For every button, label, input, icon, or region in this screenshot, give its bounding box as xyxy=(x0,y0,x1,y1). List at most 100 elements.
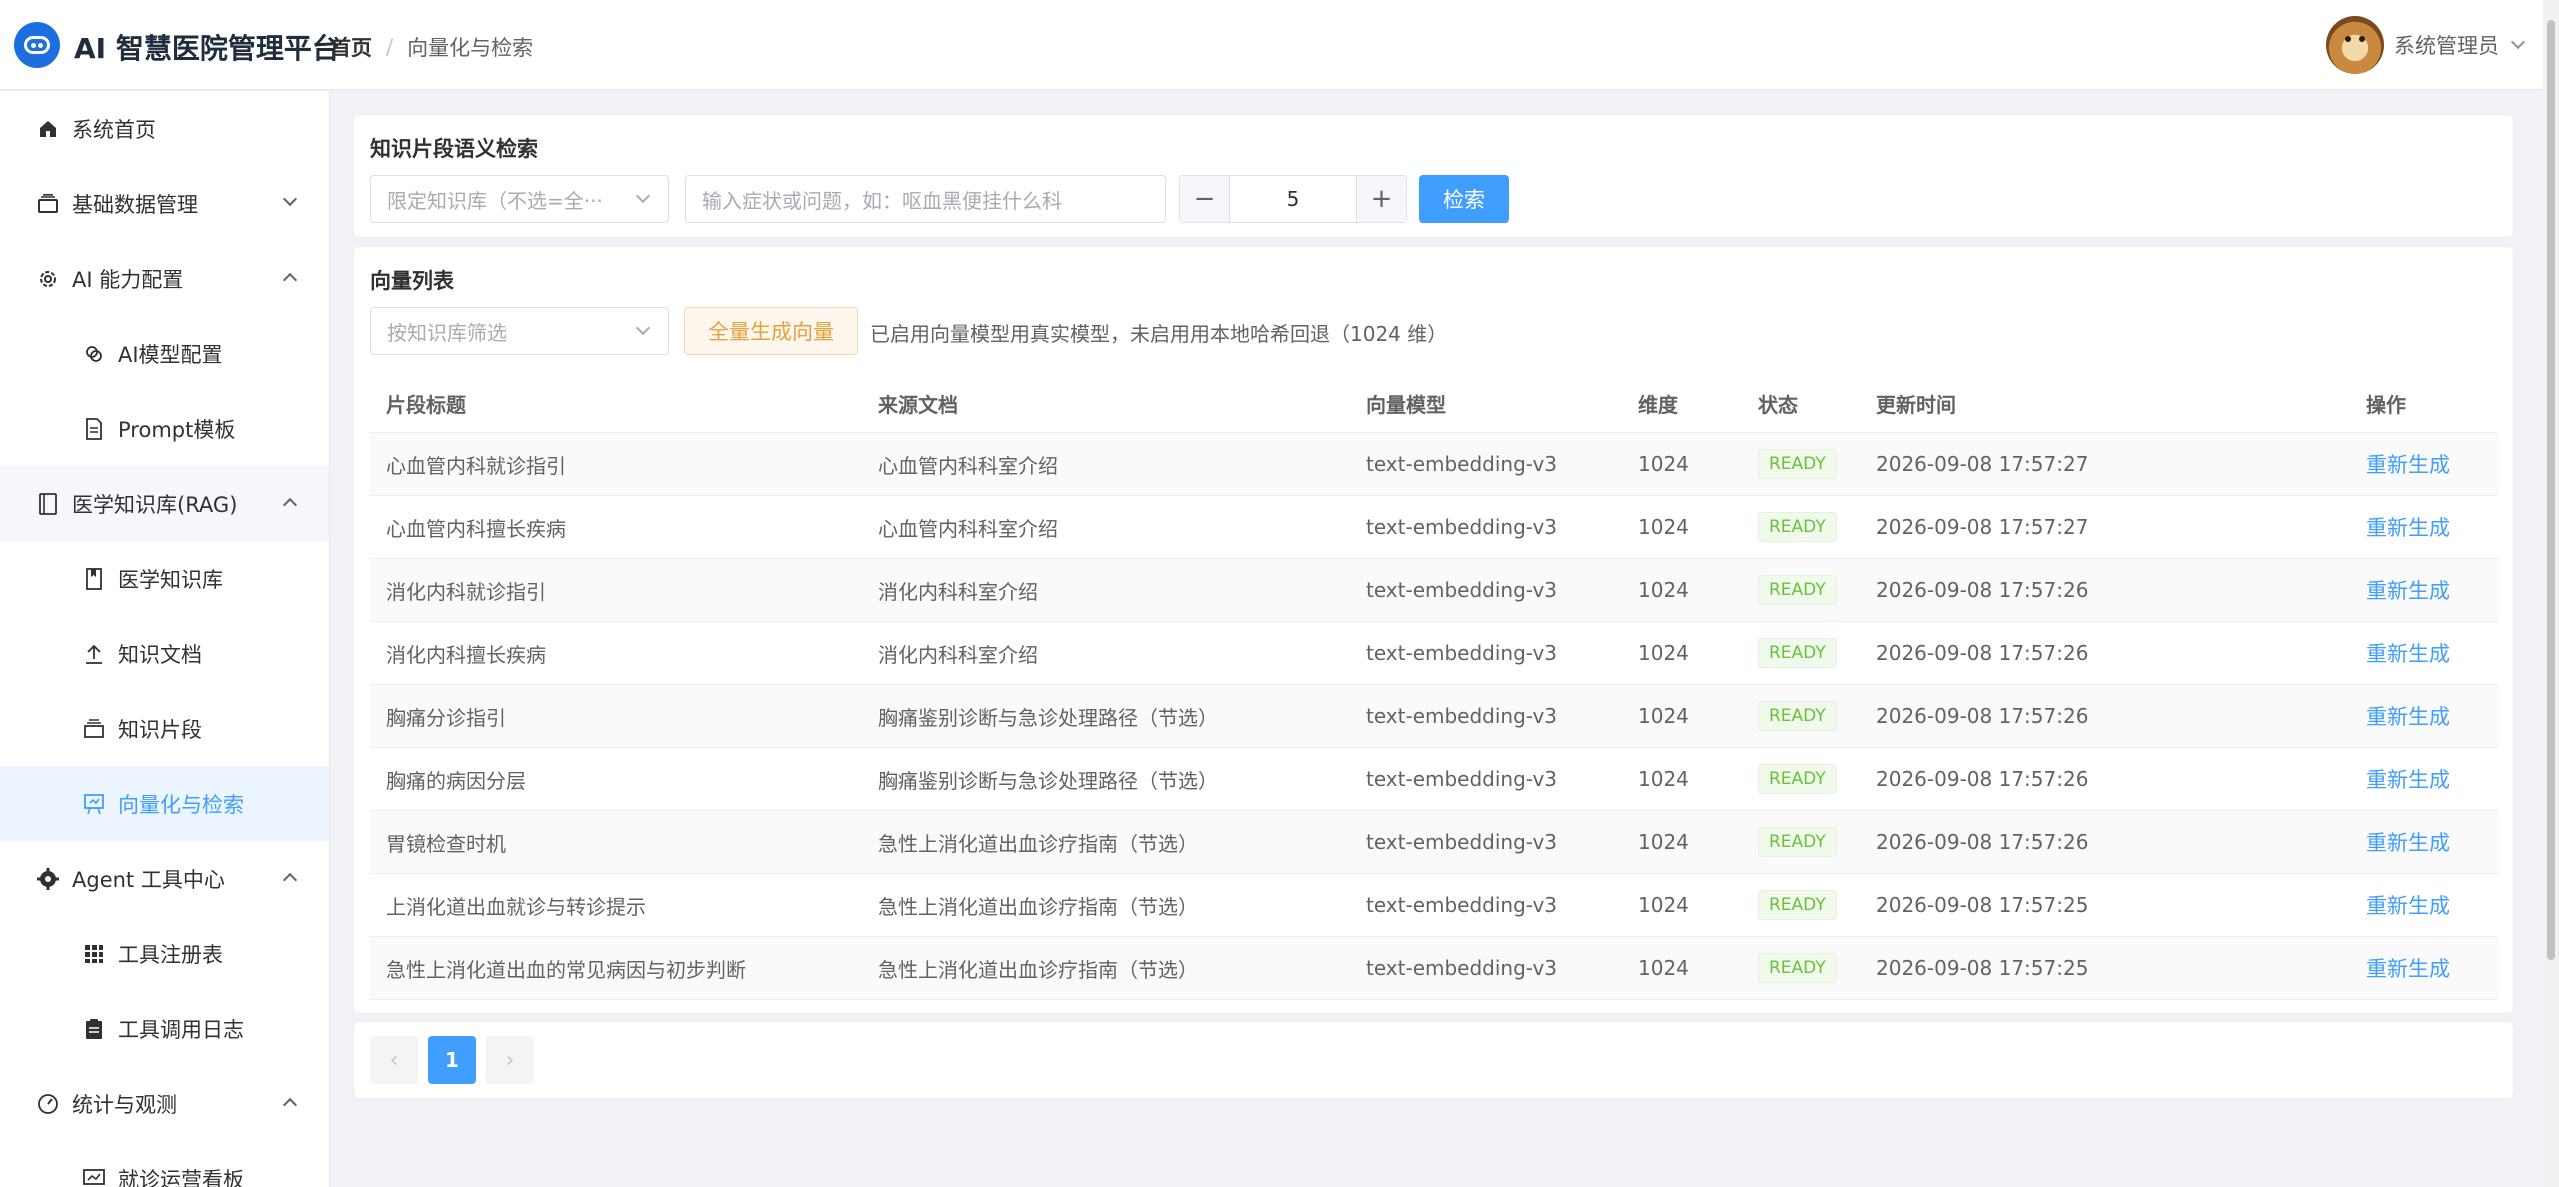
table-row: 消化内科就诊指引 消化内科科室介绍 text-embedding-v3 1024 REA… xyxy=(370,559,2499,622)
regenerate-link[interactable]: 重新生成 xyxy=(2366,831,2450,855)
source-doc-text: 心血管内科科室介绍 xyxy=(878,516,1058,541)
topk-stepper[interactable]: − 5 + xyxy=(1179,175,1407,223)
scrollbar-thumb[interactable] xyxy=(2547,20,2555,960)
updated-time-text: 2026-09-08 17:57:27 xyxy=(1876,452,2089,476)
search-button[interactable]: 检索 xyxy=(1419,175,1509,223)
sidebar-item-ops-dashboard[interactable]: 就诊运营看板 xyxy=(0,1141,329,1187)
sidebar-item-vectorize[interactable]: 向量化与检索 xyxy=(0,766,329,841)
chevron-up-icon[interactable] xyxy=(282,872,298,888)
dimension-cell: 1024 xyxy=(1622,578,1742,602)
table-row: 胸痛的病因分层 胸痛鉴别诊断与急诊处理路径（节选） text-embedding-v… xyxy=(370,748,2499,811)
gear-icon xyxy=(36,267,60,291)
chevron-up-icon[interactable] xyxy=(282,272,298,288)
sidebar-item-label: Prompt模板 xyxy=(118,417,236,442)
chevron-down-icon[interactable] xyxy=(2510,34,2526,50)
chunk-title-cell: 急性上消化道出血的常见病因与初步判断 xyxy=(370,954,862,983)
increment-button[interactable]: + xyxy=(1356,176,1406,222)
table-header: 片段标题 来源文档 向量模型 维度 状态 更新时间 操作 xyxy=(370,375,2499,433)
prev-page-button[interactable]: ‹ xyxy=(370,1036,418,1084)
vector-model-cell: text-embedding-v3 xyxy=(1350,578,1622,602)
dimension-text: 1024 xyxy=(1638,767,1689,791)
status-cell: READY xyxy=(1742,512,1860,542)
upload-icon xyxy=(82,642,106,666)
sidebar-item-ai-model[interactable]: AI模型配置 xyxy=(0,316,329,391)
dimension-cell: 1024 xyxy=(1622,767,1742,791)
page-button[interactable]: 1 xyxy=(428,1036,476,1084)
dimension-cell: 1024 xyxy=(1622,830,1742,854)
source-doc-text: 心血管内科科室介绍 xyxy=(878,453,1058,478)
regenerate-link[interactable]: 重新生成 xyxy=(2366,894,2450,918)
breadcrumb: 首页 / 向量化与检索 xyxy=(330,32,533,62)
user-menu[interactable]: 系统管理员 xyxy=(2326,16,2526,74)
breadcrumb-home[interactable]: 首页 xyxy=(330,32,372,62)
updated-time-text: 2026-09-08 17:57:26 xyxy=(1876,641,2089,665)
home-icon xyxy=(36,117,60,141)
topk-value[interactable]: 5 xyxy=(1230,176,1356,222)
sidebar-item-agent-tools[interactable]: Agent 工具中心 xyxy=(0,841,329,916)
sidebar-item-home[interactable]: 系统首页 xyxy=(0,91,329,166)
page-scrollbar[interactable] xyxy=(2543,0,2559,1187)
knowledge-base-select-placeholder: 限定知识库（不选=全··· xyxy=(387,188,603,213)
next-page-button[interactable]: › xyxy=(486,1036,534,1084)
status-cell: READY xyxy=(1742,953,1860,983)
kb-filter-select[interactable]: 按知识库筛选 xyxy=(370,307,669,355)
column-header: 状态 xyxy=(1758,393,1798,417)
chevron-down-icon[interactable] xyxy=(282,191,298,207)
status-cell: READY xyxy=(1742,638,1860,668)
sidebar-item-ai-config[interactable]: AI 能力配置 xyxy=(0,241,329,316)
column-header: 维度 xyxy=(1638,393,1678,417)
dimension-text: 1024 xyxy=(1638,452,1689,476)
app-title: AI 智慧医院管理平台 xyxy=(74,32,340,65)
generate-all-button[interactable]: 全量生成向量 xyxy=(684,307,858,355)
kb-filter-placeholder: 按知识库筛选 xyxy=(387,320,507,345)
vector-model-text: text-embedding-v3 xyxy=(1366,641,1558,665)
chunk-title-cell: 心血管内科就诊指引 xyxy=(370,450,862,479)
chunk-title-text: 胸痛的病因分层 xyxy=(386,768,526,793)
regenerate-link[interactable]: 重新生成 xyxy=(2366,957,2450,981)
sidebar-item-tool-logs[interactable]: 工具调用日志 xyxy=(0,991,329,1066)
regenerate-link[interactable]: 重新生成 xyxy=(2366,579,2450,603)
pagination: ‹ 1 › xyxy=(370,1036,534,1084)
source-doc-text: 胸痛鉴别诊断与急诊处理路径（节选） xyxy=(878,705,1218,730)
chunk-title-text: 心血管内科擅长疾病 xyxy=(386,516,566,541)
status-badge: READY xyxy=(1758,638,1837,668)
chunk-title-text: 胸痛分诊指引 xyxy=(386,705,506,730)
updated-time-text: 2026-09-08 17:57:27 xyxy=(1876,515,2089,539)
status-badge: READY xyxy=(1758,953,1837,983)
search-card-title: 知识片段语义检索 xyxy=(370,137,538,161)
dimension-cell: 1024 xyxy=(1622,704,1742,728)
query-input[interactable]: 输入症状或问题，如：呕血黑便挂什么科 xyxy=(685,175,1166,223)
knowledge-base-select[interactable]: 限定知识库（不选=全··· xyxy=(370,175,669,223)
chevron-up-icon[interactable] xyxy=(282,497,298,513)
updated-time-text: 2026-09-08 17:57:26 xyxy=(1876,704,2089,728)
gauge-icon xyxy=(36,1092,60,1116)
sidebar-item-prompt[interactable]: Prompt模板 xyxy=(0,391,329,466)
avatar[interactable] xyxy=(2326,16,2384,74)
sidebar-item-base-data[interactable]: 基础数据管理 xyxy=(0,166,329,241)
dimension-cell: 1024 xyxy=(1622,893,1742,917)
regenerate-link[interactable]: 重新生成 xyxy=(2366,768,2450,792)
regenerate-link[interactable]: 重新生成 xyxy=(2366,516,2450,540)
sidebar-item-tool-registry[interactable]: 工具注册表 xyxy=(0,916,329,991)
sidebar-item-label: 医学知识库(RAG) xyxy=(72,492,238,517)
sidebar-item-rag[interactable]: 医学知识库(RAG) xyxy=(0,466,329,541)
status-cell: READY xyxy=(1742,575,1860,605)
dimension-text: 1024 xyxy=(1638,515,1689,539)
user-name[interactable]: 系统管理员 xyxy=(2394,30,2499,60)
vector-model-cell: text-embedding-v3 xyxy=(1350,956,1622,980)
action-cell: 重新生成 xyxy=(2350,953,2499,983)
chunk-title-text: 上消化道出血就诊与转诊提示 xyxy=(386,894,646,919)
sidebar-item-knowledge-base[interactable]: 医学知识库 xyxy=(0,541,329,616)
chevron-up-icon[interactable] xyxy=(282,1097,298,1113)
action-cell: 重新生成 xyxy=(2350,575,2499,605)
chunk-title-text: 胃镜检查时机 xyxy=(386,831,506,856)
regenerate-link[interactable]: 重新生成 xyxy=(2366,705,2450,729)
table-row: 胸痛分诊指引 胸痛鉴别诊断与急诊处理路径（节选） text-embedding-v3… xyxy=(370,685,2499,748)
sidebar-item-stats[interactable]: 统计与观测 xyxy=(0,1066,329,1141)
sidebar-item-documents[interactable]: 知识文档 xyxy=(0,616,329,691)
source-doc-cell: 心血管内科科室介绍 xyxy=(862,450,1350,479)
sidebar-item-chunks[interactable]: 知识片段 xyxy=(0,691,329,766)
regenerate-link[interactable]: 重新生成 xyxy=(2366,642,2450,666)
decrement-button[interactable]: − xyxy=(1180,176,1230,222)
regenerate-link[interactable]: 重新生成 xyxy=(2366,453,2450,477)
